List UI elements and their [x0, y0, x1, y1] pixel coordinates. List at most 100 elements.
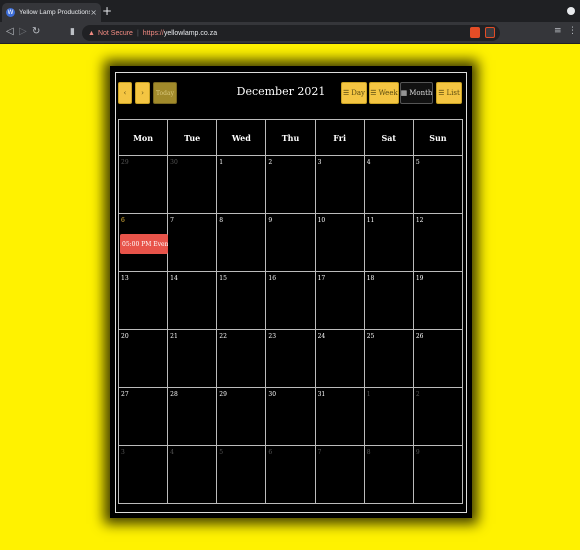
day-number[interactable]: 13 [121, 275, 165, 282]
day-cell[interactable]: 16 [265, 271, 316, 330]
day-number[interactable]: 4 [367, 159, 411, 166]
day-cell[interactable]: 5 [412, 155, 464, 214]
day-cell[interactable]: 28 [167, 387, 218, 446]
calendar-event[interactable]: 05:00 PM Event T [120, 234, 168, 254]
day-cell[interactable]: 29 [216, 387, 267, 446]
browser-tab[interactable]: W Yellow Lamp Productions × [2, 3, 101, 22]
day-number[interactable]: 30 [170, 159, 214, 166]
day-number[interactable]: 21 [170, 333, 214, 340]
day-number[interactable]: 6 [268, 449, 312, 456]
day-cell[interactable]: 27 [117, 387, 169, 446]
menu-icon[interactable]: ⋮ [568, 26, 577, 36]
day-number[interactable]: 30 [268, 391, 312, 398]
day-number[interactable]: 14 [170, 275, 214, 282]
day-cell[interactable]: 8 [363, 445, 414, 504]
day-number[interactable]: 3 [121, 449, 165, 456]
day-number[interactable]: 2 [268, 159, 312, 166]
view-month-button[interactable]: ▦ Month [400, 82, 433, 104]
view-week-button[interactable]: ☰ Week [369, 82, 399, 104]
day-cell[interactable]: 25 [363, 329, 414, 388]
day-number[interactable]: 24 [318, 333, 362, 340]
day-cell[interactable]: 19 [412, 271, 464, 330]
day-cell[interactable]: 26 [412, 329, 464, 388]
day-number[interactable]: 28 [170, 391, 214, 398]
day-number[interactable]: 29 [219, 391, 263, 398]
day-number[interactable]: 15 [219, 275, 263, 282]
day-cell[interactable]: 1 [363, 387, 414, 446]
day-cell[interactable]: 30 [167, 155, 218, 214]
day-cell[interactable]: 24 [314, 329, 365, 388]
close-icon[interactable]: × [90, 8, 97, 17]
day-number[interactable]: 12 [416, 217, 460, 224]
new-tab-button[interactable]: + [102, 4, 112, 18]
view-day-button[interactable]: ☰ Day [341, 82, 367, 104]
today-button[interactable]: Today [153, 82, 177, 104]
day-cell[interactable]: 12 [412, 213, 464, 272]
prev-month-button[interactable]: ‹ [118, 82, 132, 104]
day-cell[interactable]: 9 [412, 445, 464, 504]
back-icon[interactable]: ◁ [6, 25, 14, 39]
day-number[interactable]: 7 [170, 217, 214, 224]
day-number[interactable]: 3 [318, 159, 362, 166]
day-number[interactable]: 1 [367, 391, 411, 398]
day-number[interactable]: 7 [318, 449, 362, 456]
bookmark-icon[interactable]: ▮ [70, 25, 75, 39]
day-cell[interactable]: 11 [363, 213, 414, 272]
day-cell[interactable]: 21 [167, 329, 218, 388]
day-number[interactable]: 9 [416, 449, 460, 456]
day-cell[interactable]: 6 [265, 445, 316, 504]
day-number[interactable]: 10 [318, 217, 362, 224]
day-cell[interactable]: 3 [117, 445, 169, 504]
day-cell[interactable]: 8 [216, 213, 267, 272]
day-cell[interactable]: 29 [117, 155, 169, 214]
day-number[interactable]: 22 [219, 333, 263, 340]
day-cell[interactable]: 18 [363, 271, 414, 330]
day-cell[interactable]: 31 [314, 387, 365, 446]
day-cell[interactable]: 9 [265, 213, 316, 272]
brave-shield-icon[interactable] [470, 27, 480, 38]
day-cell[interactable]: 2 [412, 387, 464, 446]
day-number[interactable]: 17 [318, 275, 362, 282]
day-number[interactable]: 20 [121, 333, 165, 340]
day-number[interactable]: 31 [318, 391, 362, 398]
next-month-button[interactable]: › [135, 82, 150, 104]
day-number[interactable]: 6 [121, 217, 165, 224]
day-cell[interactable]: 3 [314, 155, 365, 214]
day-cell[interactable]: 4 [167, 445, 218, 504]
day-cell[interactable]: 15 [216, 271, 267, 330]
day-cell[interactable]: 6 05:00 PM Event T [117, 213, 169, 272]
day-number[interactable]: 1 [219, 159, 263, 166]
day-number[interactable]: 23 [268, 333, 312, 340]
day-number[interactable]: 5 [416, 159, 460, 166]
day-cell[interactable]: 10 [314, 213, 365, 272]
day-number[interactable]: 9 [268, 217, 312, 224]
address-bar[interactable]: ▲ Not Secure | https://yellowlamp.co.za [82, 25, 500, 41]
day-cell[interactable]: 22 [216, 329, 267, 388]
day-cell[interactable]: 5 [216, 445, 267, 504]
day-number[interactable]: 26 [416, 333, 460, 340]
playlist-icon[interactable]: ≡ [554, 26, 562, 36]
day-number[interactable]: 4 [170, 449, 214, 456]
day-number[interactable]: 11 [367, 217, 411, 224]
day-cell[interactable]: 23 [265, 329, 316, 388]
day-cell[interactable]: 1 [216, 155, 267, 214]
day-number[interactable]: 27 [121, 391, 165, 398]
day-number[interactable]: 5 [219, 449, 263, 456]
day-cell[interactable]: 7 [167, 213, 218, 272]
day-cell[interactable]: 14 [167, 271, 218, 330]
reload-icon[interactable]: ↻ [32, 25, 40, 39]
forward-icon[interactable]: ▷ [19, 25, 27, 39]
rewards-icon[interactable] [485, 27, 495, 38]
day-number[interactable]: 16 [268, 275, 312, 282]
day-number[interactable]: 8 [367, 449, 411, 456]
day-cell[interactable]: 7 [314, 445, 365, 504]
day-number[interactable]: 25 [367, 333, 411, 340]
day-cell[interactable]: 13 [117, 271, 169, 330]
day-number[interactable]: 8 [219, 217, 263, 224]
day-cell[interactable]: 2 [265, 155, 316, 214]
profile-icon[interactable] [567, 7, 575, 15]
day-number[interactable]: 18 [367, 275, 411, 282]
day-cell[interactable]: 20 [117, 329, 169, 388]
day-cell[interactable]: 17 [314, 271, 365, 330]
day-number[interactable]: 19 [416, 275, 460, 282]
